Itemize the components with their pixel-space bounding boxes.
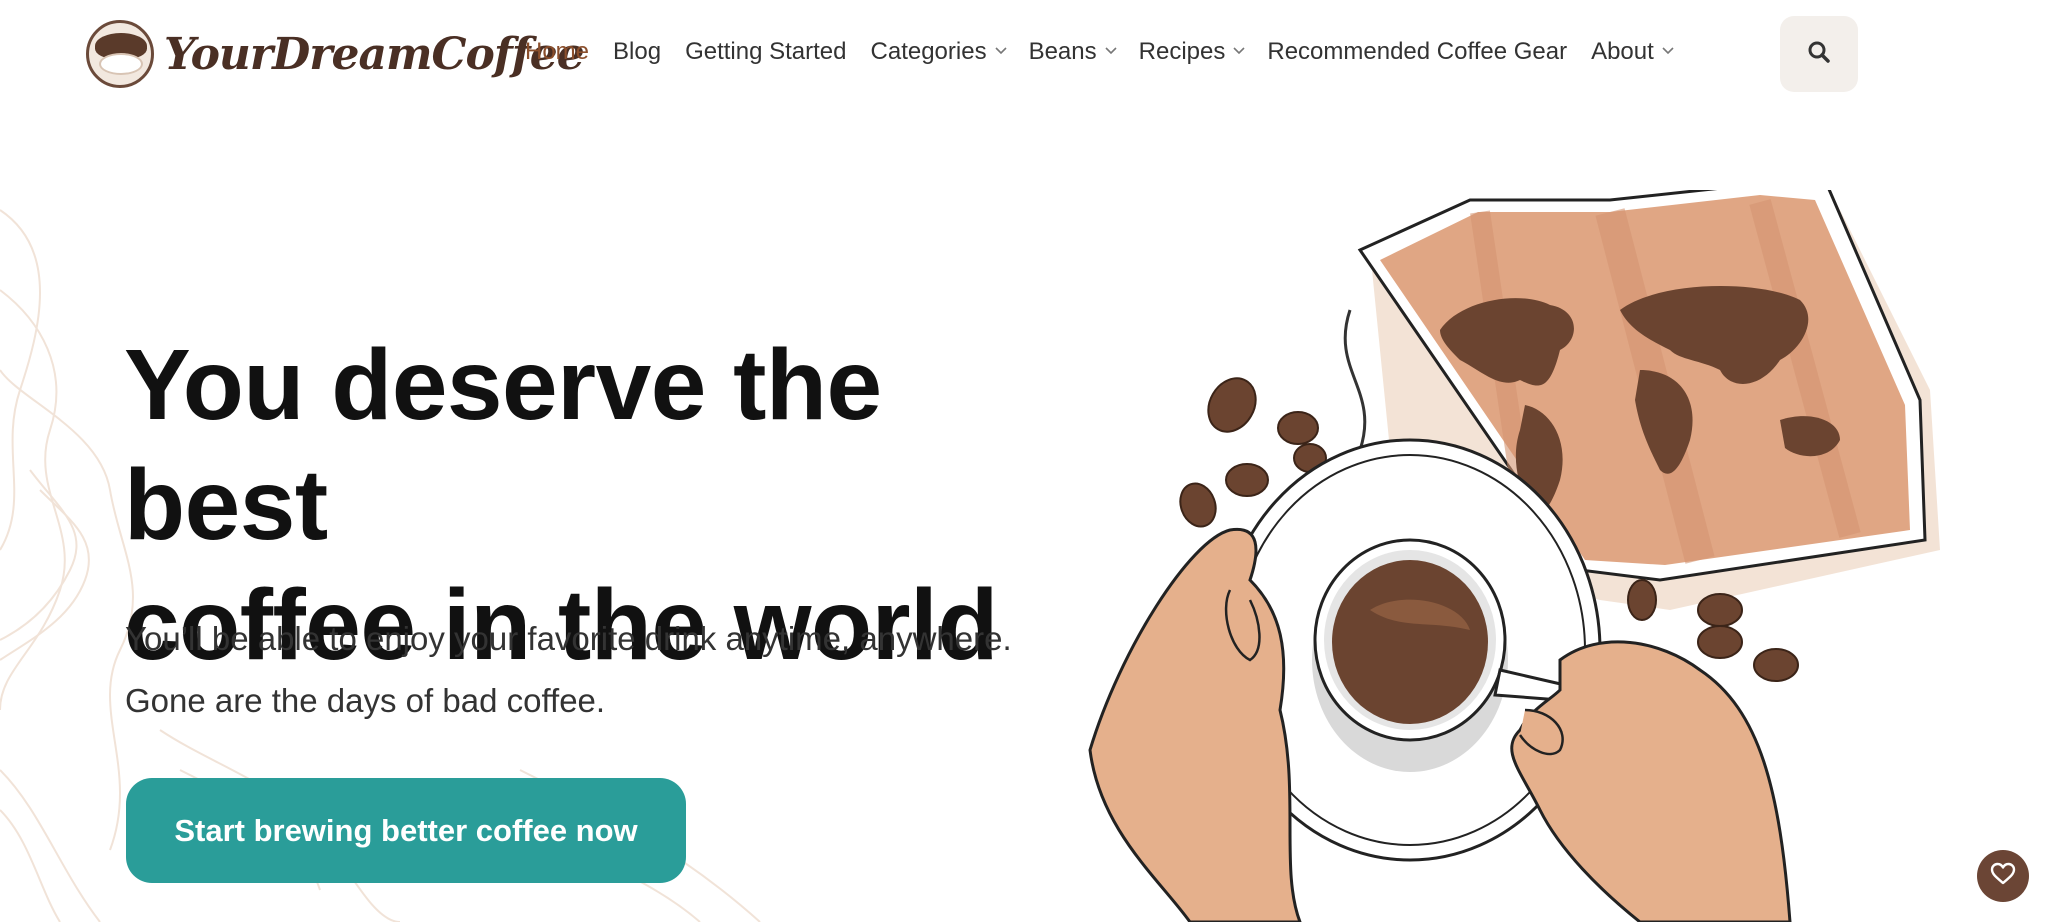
hero-subtitle-line-1: You’ll be able to enjoy your favorite dr… — [125, 620, 1012, 657]
nav-item-home[interactable]: Home — [525, 38, 589, 66]
start-brewing-button[interactable]: Start brewing better coffee now — [126, 778, 686, 883]
logo-wordmark: YourDreamCoffee — [164, 28, 585, 80]
hero-subtitle: You’ll be able to enjoy your favorite dr… — [125, 608, 1065, 732]
chevron-down-icon — [1233, 47, 1245, 57]
nav-item-categories[interactable]: Categories — [870, 38, 1007, 66]
chevron-down-icon — [1105, 47, 1117, 57]
site-header: YourDreamCoffee Home Blog Getting Starte… — [0, 0, 2048, 110]
hero-title-line-1: You deserve the best — [124, 329, 882, 561]
nav-item-about[interactable]: About — [1591, 38, 1674, 66]
nav-item-label: Recipes — [1138, 38, 1226, 65]
nav-item-recipes[interactable]: Recipes — [1138, 38, 1245, 66]
site-logo[interactable]: YourDreamCoffee — [86, 20, 585, 88]
nav-item-beans[interactable]: Beans — [1028, 38, 1117, 66]
nav-item-blog[interactable]: Blog — [613, 38, 661, 66]
nav-item-label: Recommended Coffee Gear — [1267, 38, 1568, 65]
chevron-down-icon — [995, 47, 1007, 57]
nav-item-label: About — [1591, 38, 1654, 65]
nav-item-recommended-gear[interactable]: Recommended Coffee Gear — [1267, 38, 1567, 66]
coffee-map-illustration — [1088, 190, 1940, 922]
coffee-cup-logo-icon — [86, 20, 154, 88]
heart-icon — [1990, 862, 2016, 891]
nav-item-label: Beans — [1028, 38, 1097, 65]
favorite-button[interactable] — [1977, 850, 2029, 902]
hero-subtitle-line-2: Gone are the days of bad coffee. — [125, 682, 606, 719]
search-button[interactable] — [1780, 16, 1858, 92]
nav-item-label: Categories — [870, 38, 987, 65]
nav-item-label: Blog — [613, 38, 662, 65]
main-nav: Home Blog Getting Started Categories Bea… — [525, 38, 1696, 66]
nav-item-getting-started[interactable]: Getting Started — [685, 38, 846, 66]
nav-item-label: Getting Started — [685, 38, 847, 65]
search-icon — [1807, 40, 1831, 69]
nav-item-label: Home — [525, 38, 590, 65]
chevron-down-icon — [1662, 47, 1674, 57]
